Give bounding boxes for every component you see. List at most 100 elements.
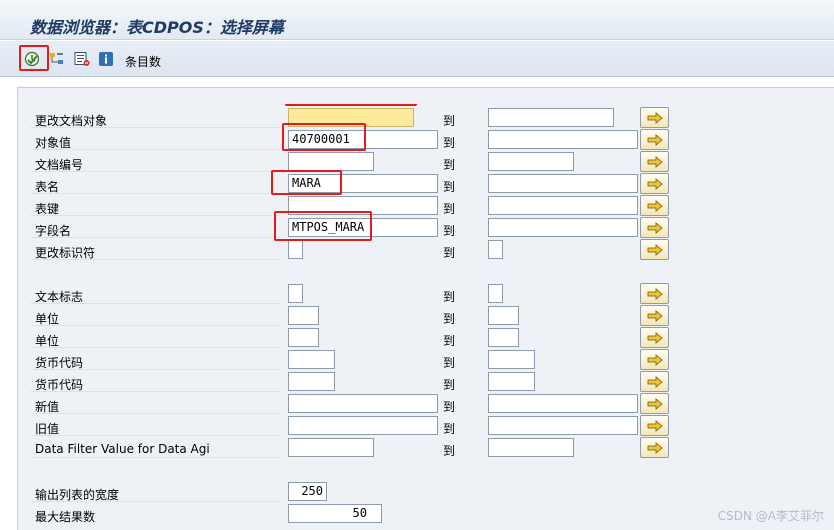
- multiple-selection-button[interactable]: [640, 393, 669, 414]
- arrow-right-icon: [647, 243, 663, 256]
- row-divider: [30, 347, 280, 348]
- to-field[interactable]: [488, 174, 638, 193]
- to-field[interactable]: [488, 196, 638, 215]
- entries-button[interactable]: 条目数: [125, 53, 161, 70]
- variant-icon[interactable]: [73, 50, 91, 68]
- from-field[interactable]: [288, 152, 374, 171]
- multiple-selection-button[interactable]: [640, 371, 669, 392]
- to-field[interactable]: [488, 130, 638, 149]
- multiple-selection-button[interactable]: [640, 327, 669, 348]
- arrow-right-icon: [647, 155, 663, 168]
- multiple-selection-button[interactable]: [640, 437, 669, 458]
- to-label: 到: [443, 136, 456, 150]
- from-field[interactable]: [288, 350, 335, 369]
- to-label: 到: [443, 202, 456, 216]
- to-label: 到: [443, 356, 456, 370]
- to-label: 到: [443, 246, 456, 260]
- from-field[interactable]: [288, 394, 438, 413]
- from-field[interactable]: MTPOS_MARA: [288, 218, 438, 237]
- from-field[interactable]: [288, 306, 319, 325]
- from-field[interactable]: [288, 372, 335, 391]
- multiple-selection-button[interactable]: [640, 151, 669, 172]
- multiple-selection-button[interactable]: [640, 239, 669, 260]
- row-divider: [30, 237, 280, 238]
- row-divider: [30, 303, 280, 304]
- row-divider: [30, 391, 280, 392]
- arrow-right-icon: [647, 353, 663, 366]
- to-field[interactable]: [488, 306, 519, 325]
- arrow-right-icon: [647, 397, 663, 410]
- arrow-right-icon: [647, 331, 663, 344]
- from-field[interactable]: [288, 328, 319, 347]
- watermark: CSDN @A李艾菲尔: [717, 509, 824, 523]
- multiple-selection-button[interactable]: [640, 305, 669, 326]
- to-field[interactable]: [488, 218, 638, 237]
- to-label: 到: [443, 444, 456, 458]
- row-divider: [30, 435, 280, 436]
- to-label: 到: [443, 334, 456, 348]
- application-toolbar: 条目数: [0, 41, 834, 77]
- row-divider: [30, 501, 280, 502]
- from-field[interactable]: [288, 108, 414, 127]
- row-label: Data Filter Value for Data Agi: [35, 442, 210, 456]
- to-field[interactable]: [488, 350, 535, 369]
- multiple-selection-button[interactable]: [640, 107, 669, 128]
- multiple-selection-button[interactable]: [640, 415, 669, 436]
- output-width-field[interactable]: 250: [288, 482, 327, 501]
- row-divider: [30, 127, 280, 128]
- multiple-selection-button[interactable]: [640, 283, 669, 304]
- row-divider: [30, 457, 280, 458]
- to-label: 到: [443, 158, 456, 172]
- to-label: 到: [443, 312, 456, 326]
- to-field[interactable]: [488, 284, 503, 303]
- arrow-right-icon: [647, 419, 663, 432]
- from-field[interactable]: MARA: [288, 174, 438, 193]
- to-field[interactable]: [488, 438, 574, 457]
- to-field[interactable]: [488, 328, 519, 347]
- multiple-selection-button[interactable]: [640, 129, 669, 150]
- to-field[interactable]: [488, 416, 638, 435]
- to-field[interactable]: [488, 372, 535, 391]
- to-field[interactable]: [488, 152, 574, 171]
- from-field[interactable]: [288, 438, 374, 457]
- to-label: 到: [443, 422, 456, 436]
- from-field[interactable]: [288, 240, 303, 259]
- arrow-right-icon: [647, 177, 663, 190]
- row-divider: [30, 149, 280, 150]
- arrow-right-icon: [647, 221, 663, 234]
- arrow-right-icon: [647, 111, 663, 124]
- page-title: 数据浏览器：表CDPOS：选择屏幕: [30, 18, 284, 37]
- execute-icon[interactable]: [23, 50, 41, 68]
- row-divider: [30, 171, 280, 172]
- arrow-right-icon: [647, 133, 663, 146]
- max-hits-label: 最大结果数: [35, 510, 96, 524]
- multiple-selection-button[interactable]: [640, 173, 669, 194]
- title-bar: 数据浏览器：表CDPOS：选择屏幕: [0, 0, 834, 40]
- from-field[interactable]: [288, 196, 438, 215]
- to-field[interactable]: [488, 240, 503, 259]
- arrow-right-icon: [647, 287, 663, 300]
- arrow-right-icon: [647, 199, 663, 212]
- from-field[interactable]: [288, 284, 303, 303]
- to-label: 到: [443, 400, 456, 414]
- arrow-right-icon: [647, 375, 663, 388]
- arrow-right-icon: [647, 441, 663, 454]
- to-field[interactable]: [488, 108, 614, 127]
- from-field[interactable]: 40700001: [288, 130, 438, 149]
- row-divider: [30, 413, 280, 414]
- row-divider: [30, 215, 280, 216]
- to-label: 到: [443, 180, 456, 194]
- multiple-selection-button[interactable]: [640, 217, 669, 238]
- to-field[interactable]: [488, 394, 638, 413]
- row-divider: [30, 325, 280, 326]
- to-label: 到: [443, 378, 456, 392]
- to-label: 到: [443, 290, 456, 304]
- multiple-selection-button[interactable]: [640, 349, 669, 370]
- selection-form: [17, 87, 834, 530]
- from-field[interactable]: [288, 416, 438, 435]
- max-hits-field[interactable]: 50: [288, 504, 382, 523]
- info-icon[interactable]: [97, 50, 115, 68]
- hierarchy-icon[interactable]: [48, 50, 66, 68]
- multiple-selection-button[interactable]: [640, 195, 669, 216]
- row-divider: [30, 193, 280, 194]
